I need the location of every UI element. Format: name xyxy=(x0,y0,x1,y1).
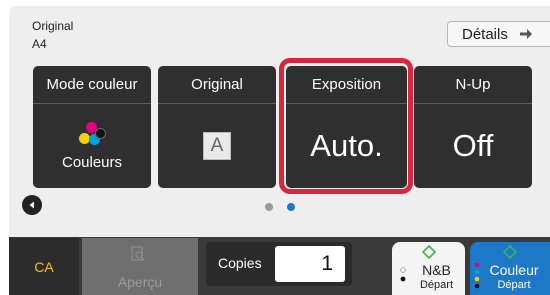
start-bw-sub: Départ xyxy=(419,279,454,291)
start-bw-label: N&B xyxy=(422,262,451,278)
preview-button[interactable]: Aperçu xyxy=(82,238,198,295)
original-label: Original xyxy=(32,19,74,33)
tile-n-up[interactable]: N-Up Off xyxy=(414,66,532,188)
start-color-sub: Départ xyxy=(497,279,531,291)
original-size: A4 xyxy=(32,37,47,51)
start-diamond-icon xyxy=(503,245,517,259)
tile-original[interactable]: Original A xyxy=(158,66,276,188)
color-dots-icon xyxy=(79,122,106,148)
start-color-button[interactable]: Couleur Départ xyxy=(470,242,550,295)
original-a-icon: A xyxy=(203,132,231,160)
tile-color-mode[interactable]: Mode couleur Couleurs xyxy=(33,66,151,188)
details-button[interactable]: Détails xyxy=(447,21,550,47)
ca-label: CA xyxy=(34,258,54,275)
tile-original-title: Original xyxy=(158,66,276,104)
triangle-left-icon xyxy=(29,201,34,209)
page-dot-2[interactable] xyxy=(287,203,295,211)
start-bw-button[interactable]: N&B Départ xyxy=(392,242,465,295)
copies-box: Copies 1 xyxy=(206,242,352,286)
details-label: Détails xyxy=(462,25,508,43)
page-back-button[interactable] xyxy=(22,195,42,215)
start-color-label: Couleur xyxy=(489,262,539,278)
copies-label: Copies xyxy=(218,255,262,271)
arrow-right-icon xyxy=(519,29,532,39)
tile-n-up-title: N-Up xyxy=(414,66,532,104)
preview-icon xyxy=(131,246,145,261)
original-info: Original A4 xyxy=(32,17,73,53)
page-dot-1[interactable] xyxy=(265,203,273,211)
copies-input[interactable]: 1 xyxy=(275,246,345,282)
preview-label: Aperçu xyxy=(117,274,163,290)
selected-highlight-frame xyxy=(279,58,413,194)
tile-n-up-value: Off xyxy=(452,128,494,163)
start-diamond-icon xyxy=(422,245,436,259)
ca-button[interactable]: CA xyxy=(9,238,79,295)
tile-color-mode-value: Couleurs xyxy=(61,154,123,171)
tile-color-mode-title: Mode couleur xyxy=(33,66,151,104)
